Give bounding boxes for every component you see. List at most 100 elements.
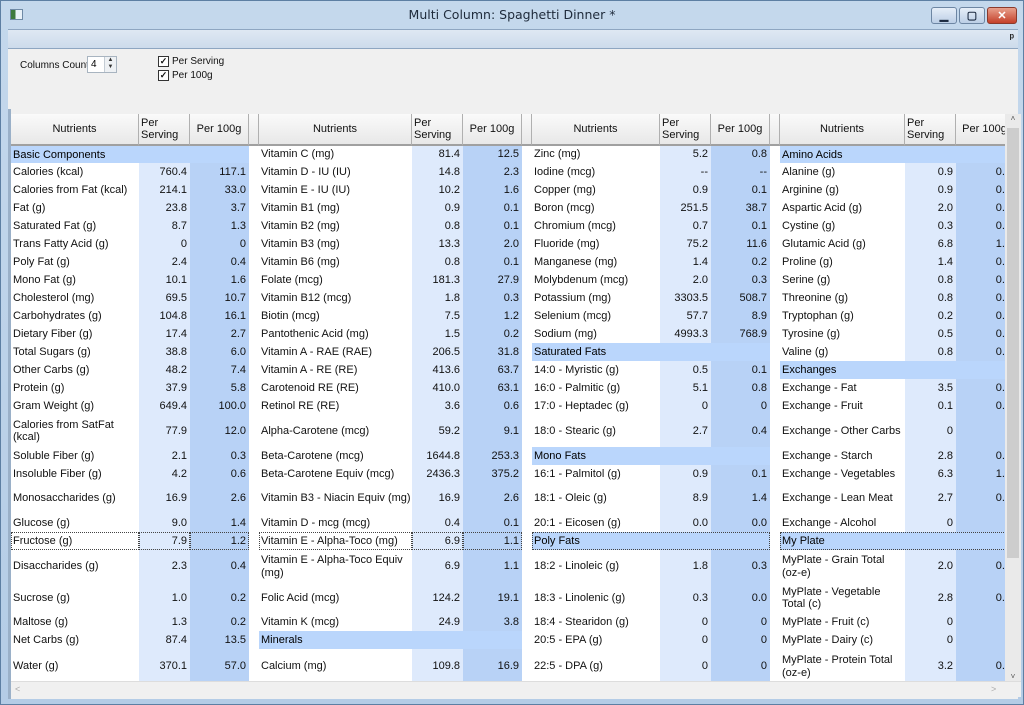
nutrient-name[interactable]: 17:0 - Heptadec (g) [532, 397, 660, 415]
nutrient-name[interactable]: Calories from SatFat (kcal) [11, 415, 139, 447]
vertical-scroll-thumb[interactable] [1007, 128, 1019, 558]
category-header[interactable]: Exchanges [780, 361, 1014, 379]
nutrient-name[interactable]: Maltose (g) [11, 613, 139, 631]
nutrient-name[interactable]: Vitamin K (mcg) [259, 613, 412, 631]
nutrient-name[interactable]: 20:5 - EPA (g) [532, 631, 660, 649]
nutrient-name[interactable]: 14:0 - Myristic (g) [532, 361, 660, 379]
nutrient-name[interactable]: MyPlate - Vegetable Total (c) [780, 583, 905, 613]
close-button[interactable]: ✕ [987, 7, 1017, 24]
nutrient-name[interactable]: Arginine (g) [780, 181, 905, 199]
nutrient-name[interactable]: Other Carbs (g) [11, 361, 139, 379]
nutrient-name[interactable]: Proline (g) [780, 253, 905, 271]
category-header[interactable]: My Plate [780, 532, 1014, 550]
nutrient-name[interactable]: Vitamin B3 - Niacin Equiv (mg) [259, 483, 412, 514]
minimize-button[interactable]: ▁ [931, 7, 957, 24]
nutrient-name[interactable]: Glucose (g) [11, 514, 139, 532]
nutrient-name[interactable]: Copper (mg) [532, 181, 660, 199]
nutrient-name[interactable]: Sodium (mg) [532, 325, 660, 343]
column-header-per-serving[interactable]: Per Serving [660, 114, 711, 146]
nutrient-name[interactable]: Exchange - Other Carbs [780, 415, 905, 447]
nutrient-name[interactable]: Iodine (mcg) [532, 163, 660, 181]
maximize-button[interactable]: ▢ [959, 7, 985, 24]
nutrient-name[interactable]: 18:0 - Stearic (g) [532, 415, 660, 447]
nutrient-name[interactable]: Exchange - Alcohol [780, 514, 905, 532]
nutrient-name[interactable]: 16:0 - Palmitic (g) [532, 379, 660, 397]
nutrient-name[interactable]: Exchange - Fruit [780, 397, 905, 415]
spin-down-icon[interactable]: ▼ [105, 64, 116, 71]
nutrient-name[interactable]: Beta-Carotene Equiv (mcg) [259, 465, 412, 483]
nutrient-name[interactable]: Pantothenic Acid (mg) [259, 325, 412, 343]
nutrient-name[interactable]: Vitamin E - Alpha-Toco Equiv (mg) [259, 550, 412, 583]
spin-up-icon[interactable]: ▲ [105, 57, 116, 64]
nutrient-name[interactable]: Fluoride (mg) [532, 235, 660, 253]
nutrient-name[interactable]: Vitamin C (mg) [259, 146, 412, 163]
category-header[interactable]: Basic Components [11, 146, 249, 163]
column-header-per-serving[interactable]: Per Serving [139, 114, 190, 146]
nutrient-name[interactable]: Selenium (mcg) [532, 307, 660, 325]
nutrient-name[interactable]: Retinol RE (RE) [259, 397, 412, 415]
nutrient-name[interactable]: Boron (mcg) [532, 199, 660, 217]
nutrient-name[interactable]: Sucrose (g) [11, 583, 139, 613]
nutrient-name[interactable]: Calories (kcal) [11, 163, 139, 181]
nutrient-name[interactable]: Manganese (mg) [532, 253, 660, 271]
nutrient-name[interactable]: Vitamin A - RAE (RAE) [259, 343, 412, 361]
column-header-nutrients[interactable]: Nutrients [259, 114, 412, 146]
nutrient-name[interactable]: Protein (g) [11, 379, 139, 397]
column-header-per-100g[interactable]: Per 100g [190, 114, 249, 146]
column-header-per-serving[interactable]: Per Serving [412, 114, 463, 146]
nutrient-name[interactable]: Biotin (mcg) [259, 307, 412, 325]
checkmark-icon[interactable]: ✓ [158, 70, 169, 81]
column-header-per-100g[interactable]: Per 100g [463, 114, 522, 146]
nutrient-name[interactable]: Cystine (g) [780, 217, 905, 235]
nutrient-name[interactable]: Trans Fatty Acid (g) [11, 235, 139, 253]
nutrient-name[interactable]: Vitamin B1 (mg) [259, 199, 412, 217]
nutrient-name[interactable]: Tyrosine (g) [780, 325, 905, 343]
scroll-left-icon[interactable]: < [15, 684, 20, 694]
nutrient-name[interactable]: Exchange - Starch [780, 447, 905, 465]
nutrient-name[interactable]: Chromium (mcg) [532, 217, 660, 235]
scroll-right-icon[interactable]: > [991, 684, 996, 694]
nutrient-name[interactable]: Vitamin A - RE (RE) [259, 361, 412, 379]
nutrient-name[interactable]: Water (g) [11, 649, 139, 684]
nutrient-name[interactable]: 18:1 - Oleic (g) [532, 483, 660, 514]
nutrient-name[interactable]: Valine (g) [780, 343, 905, 361]
nutrient-name[interactable]: Vitamin B2 (mg) [259, 217, 412, 235]
nutrient-name[interactable]: Exchange - Fat [780, 379, 905, 397]
columns-count-value[interactable]: 4 [91, 59, 97, 70]
per-serving-checkbox[interactable]: ✓ Per Serving [158, 55, 224, 68]
nutrient-name[interactable]: Vitamin D - mcg (mcg) [259, 514, 412, 532]
nutrient-name[interactable]: Folate (mcg) [259, 271, 412, 289]
nutrient-name[interactable]: Gram Weight (g) [11, 397, 139, 415]
nutrient-name[interactable]: Molybdenum (mcg) [532, 271, 660, 289]
nutrient-name[interactable]: Saturated Fat (g) [11, 217, 139, 235]
nutrient-name[interactable]: 20:1 - Eicosen (g) [532, 514, 660, 532]
nutrient-name[interactable]: Fat (g) [11, 199, 139, 217]
nutrient-name[interactable]: Net Carbs (g) [11, 631, 139, 649]
pin-icon[interactable]: ᵖ [1010, 32, 1014, 44]
title-bar[interactable]: Multi Column: Spaghetti Dinner * ▁ ▢ ✕ [1, 1, 1023, 29]
nutrient-name[interactable]: Vitamin B12 (mcg) [259, 289, 412, 307]
nutrient-name[interactable]: 22:5 - DPA (g) [532, 649, 660, 684]
nutrient-name[interactable]: Mono Fat (g) [11, 271, 139, 289]
nutrient-name[interactable]: Monosaccharides (g) [11, 483, 139, 514]
nutrient-name[interactable]: Exchange - Vegetables [780, 465, 905, 483]
nutrient-name[interactable]: Carotenoid RE (RE) [259, 379, 412, 397]
category-header[interactable]: Saturated Fats [532, 343, 770, 361]
nutrient-name[interactable]: Vitamin B3 (mg) [259, 235, 412, 253]
nutrient-name[interactable]: 18:4 - Stearidon (g) [532, 613, 660, 631]
nutrient-name[interactable]: Tryptophan (g) [780, 307, 905, 325]
nutrient-name[interactable]: Vitamin D - IU (IU) [259, 163, 412, 181]
nutrient-name[interactable]: 18:3 - Linolenic (g) [532, 583, 660, 613]
nutrient-name[interactable]: Folic Acid (mcg) [259, 583, 412, 613]
category-header[interactable]: Mono Fats [532, 447, 770, 465]
scroll-down-icon[interactable]: ˅ [1005, 672, 1021, 681]
nutrient-name[interactable]: Glutamic Acid (g) [780, 235, 905, 253]
nutrient-name[interactable]: Alpha-Carotene (mcg) [259, 415, 412, 447]
columns-count-spinner[interactable]: 4 ▲ ▼ [87, 56, 117, 73]
nutrient-name[interactable]: Potassium (mg) [532, 289, 660, 307]
nutrient-name[interactable]: Aspartic Acid (g) [780, 199, 905, 217]
checkmark-icon[interactable]: ✓ [158, 56, 169, 67]
nutrient-name[interactable]: Beta-Carotene (mcg) [259, 447, 412, 465]
column-header-per-serving[interactable]: Per Serving [905, 114, 956, 146]
nutrient-name[interactable]: Serine (g) [780, 271, 905, 289]
